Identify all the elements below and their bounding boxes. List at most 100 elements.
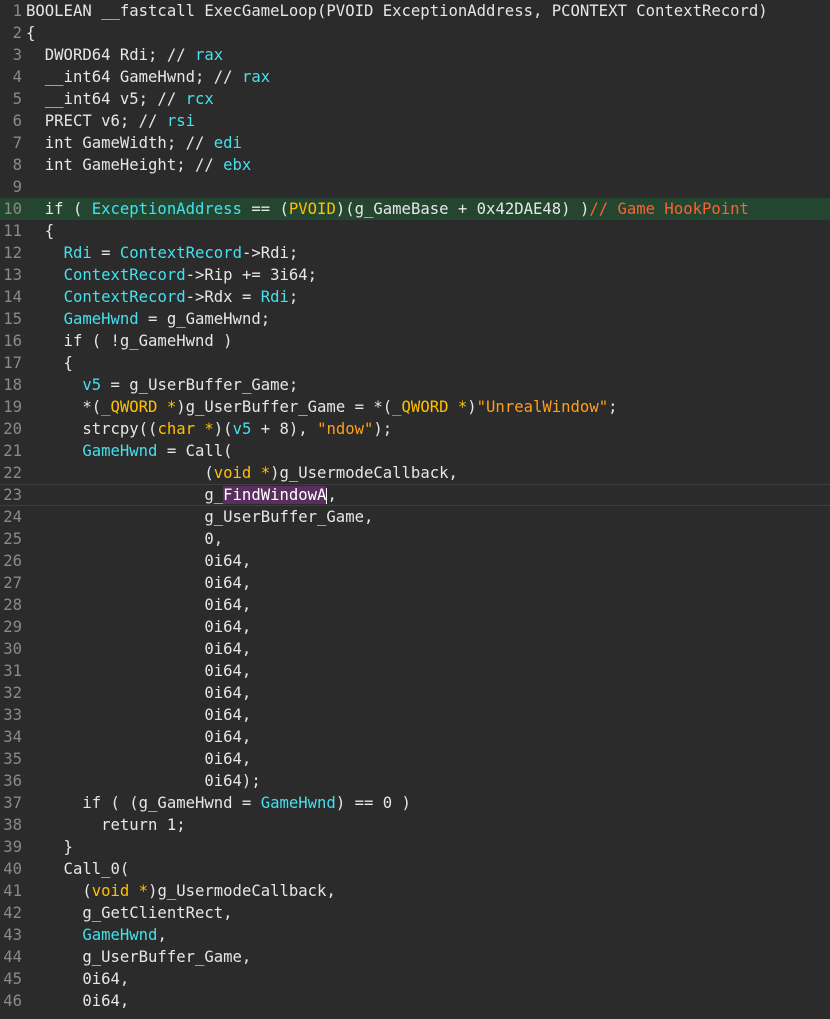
code-line[interactable]: 39 }: [0, 836, 830, 858]
code-token[interactable]: FindWindowA: [223, 486, 327, 504]
code-text[interactable]: 0i64);: [26, 770, 260, 792]
code-text[interactable]: 0i64,: [26, 726, 251, 748]
code-line[interactable]: 15 GameHwnd = g_GameHwnd;: [0, 308, 830, 330]
code-text[interactable]: }: [26, 836, 73, 858]
code-line[interactable]: 20 strcpy((char *)(v5 + 8), "ndow");: [0, 418, 830, 440]
code-line[interactable]: 34 0i64,: [0, 726, 830, 748]
code-text[interactable]: {: [26, 352, 73, 374]
code-text[interactable]: strcpy((char *)(v5 + 8), "ndow");: [26, 418, 392, 440]
code-line[interactable]: 38 return 1;: [0, 814, 830, 836]
code-line[interactable]: 8 int GameHeight; // ebx: [0, 154, 830, 176]
code-text[interactable]: 0i64,: [26, 550, 251, 572]
code-text[interactable]: GameHwnd = g_GameHwnd;: [26, 308, 271, 330]
code-line[interactable]: 12 Rdi = ContextRecord->Rdi;: [0, 242, 830, 264]
code-text[interactable]: GameHwnd,: [26, 924, 167, 946]
code-line[interactable]: 41 (void *)g_UsermodeCallback,: [0, 880, 830, 902]
code-line[interactable]: 19 *(_QWORD *)g_UserBuffer_Game = *(_QWO…: [0, 396, 830, 418]
code-text[interactable]: Call_0(: [26, 858, 130, 880]
code-line[interactable]: 28 0i64,: [0, 594, 830, 616]
code-text[interactable]: (void *)g_UsermodeCallback,: [26, 462, 458, 484]
code-line[interactable]: 40 Call_0(: [0, 858, 830, 880]
line-number: 40: [3, 860, 22, 878]
code-text[interactable]: PRECT v6; // rsi: [26, 110, 195, 132]
code-text[interactable]: 0i64,: [26, 638, 251, 660]
code-text[interactable]: if ( ExceptionAddress == (PVOID)(g_GameB…: [26, 198, 749, 220]
code-line[interactable]: 45 0i64,: [0, 968, 830, 990]
code-line[interactable]: 46 0i64,: [0, 990, 830, 1012]
code-text[interactable]: Rdi = ContextRecord->Rdi;: [26, 242, 299, 264]
line-number: 33: [3, 706, 22, 724]
code-line[interactable]: 14 ContextRecord->Rdx = Rdi;: [0, 286, 830, 308]
code-token: (: [26, 882, 92, 900]
code-text[interactable]: GameHwnd = Call(: [26, 440, 232, 462]
code-line[interactable]: 23 g_FindWindowA,: [0, 484, 830, 506]
code-line[interactable]: 43 GameHwnd,: [0, 924, 830, 946]
code-line[interactable]: 10 if ( ExceptionAddress == (PVOID)(g_Ga…: [0, 198, 830, 220]
code-text[interactable]: 0i64,: [26, 682, 251, 704]
pseudocode-view[interactable]: 1 BOOLEAN __fastcall ExecGameLoop(PVOID E…: [0, 0, 830, 1019]
code-text[interactable]: g_UserBuffer_Game,: [26, 946, 251, 968]
code-token: g_GetClientRect,: [26, 904, 233, 922]
code-line[interactable]: 44 g_UserBuffer_Game,: [0, 946, 830, 968]
code-text[interactable]: g_GetClientRect,: [26, 902, 233, 924]
code-text[interactable]: 0i64,: [26, 616, 251, 638]
code-token: _QWORD *: [392, 398, 468, 416]
code-line[interactable]: 35 0i64,: [0, 748, 830, 770]
code-text[interactable]: g_FindWindowA,: [26, 485, 337, 505]
code-token: 0i64,: [26, 640, 252, 658]
code-text[interactable]: BOOLEAN __fastcall ExecGameLoop(PVOID Ex…: [26, 0, 768, 22]
code-text[interactable]: {: [26, 22, 35, 44]
code-text[interactable]: 0i64,: [26, 990, 129, 1012]
code-line[interactable]: 31 0i64,: [0, 660, 830, 682]
code-text[interactable]: 0i64,: [26, 594, 251, 616]
code-line[interactable]: 33 0i64,: [0, 704, 830, 726]
code-line[interactable]: 2{: [0, 22, 830, 44]
code-text[interactable]: __int64 GameHwnd; // rax: [26, 66, 270, 88]
code-text[interactable]: if ( (g_GameHwnd = GameHwnd) == 0 ): [26, 792, 411, 814]
code-text[interactable]: (void *)g_UsermodeCallback,: [26, 880, 336, 902]
code-text[interactable]: int GameHeight; // ebx: [26, 154, 252, 176]
code-text[interactable]: DWORD64 Rdi; // rax: [26, 44, 223, 66]
code-text[interactable]: 0,: [26, 528, 223, 550]
code-text[interactable]: int GameWidth; // edi: [26, 132, 242, 154]
code-line[interactable]: 3 DWORD64 Rdi; // rax: [0, 44, 830, 66]
code-line[interactable]: 5 __int64 v5; // rcx: [0, 88, 830, 110]
code-line[interactable]: 16 if ( !g_GameHwnd ): [0, 330, 830, 352]
code-line[interactable]: 30 0i64,: [0, 638, 830, 660]
code-line[interactable]: 7 int GameWidth; // edi: [0, 132, 830, 154]
code-line[interactable]: 6 PRECT v6; // rsi: [0, 110, 830, 132]
code-text[interactable]: v5 = g_UserBuffer_Game;: [26, 374, 298, 396]
code-line[interactable]: 1 BOOLEAN __fastcall ExecGameLoop(PVOID E…: [0, 0, 830, 22]
code-line[interactable]: 17 {: [0, 352, 830, 374]
code-text[interactable]: __int64 v5; // rcx: [26, 88, 214, 110]
code-line[interactable]: 37 if ( (g_GameHwnd = GameHwnd) == 0 ): [0, 792, 830, 814]
code-line[interactable]: 32 0i64,: [0, 682, 830, 704]
code-line[interactable]: 21 GameHwnd = Call(: [0, 440, 830, 462]
code-line[interactable]: 27 0i64,: [0, 572, 830, 594]
code-text[interactable]: 0i64,: [26, 572, 251, 594]
code-text[interactable]: 0i64,: [26, 660, 251, 682]
code-line[interactable]: 4 __int64 GameHwnd; // rax: [0, 66, 830, 88]
code-text[interactable]: 0i64,: [26, 968, 129, 990]
code-text[interactable]: g_UserBuffer_Game,: [26, 506, 373, 528]
code-text[interactable]: ContextRecord->Rip += 3i64;: [26, 264, 318, 286]
code-line[interactable]: 9: [0, 176, 830, 198]
code-text[interactable]: return 1;: [26, 814, 186, 836]
code-line[interactable]: 29 0i64,: [0, 616, 830, 638]
code-line[interactable]: 25 0,: [0, 528, 830, 550]
code-line[interactable]: 36 0i64);: [0, 770, 830, 792]
code-text[interactable]: 0i64,: [26, 748, 251, 770]
code-line[interactable]: 18 v5 = g_UserBuffer_Game;: [0, 374, 830, 396]
code-line[interactable]: 26 0i64,: [0, 550, 830, 572]
code-text[interactable]: {: [26, 220, 54, 242]
code-line[interactable]: 42 g_GetClientRect,: [0, 902, 830, 924]
code-line[interactable]: 24 g_UserBuffer_Game,: [0, 506, 830, 528]
code-line[interactable]: 11 {: [0, 220, 830, 242]
code-text[interactable]: *(_QWORD *)g_UserBuffer_Game = *(_QWORD …: [26, 396, 617, 418]
code-text[interactable]: 0i64,: [26, 704, 251, 726]
code-line[interactable]: 22 (void *)g_UsermodeCallback,: [0, 462, 830, 484]
code-text[interactable]: if ( !g_GameHwnd ): [26, 330, 233, 352]
code-line[interactable]: 13 ContextRecord->Rip += 3i64;: [0, 264, 830, 286]
code-text[interactable]: ContextRecord->Rdx = Rdi;: [26, 286, 299, 308]
